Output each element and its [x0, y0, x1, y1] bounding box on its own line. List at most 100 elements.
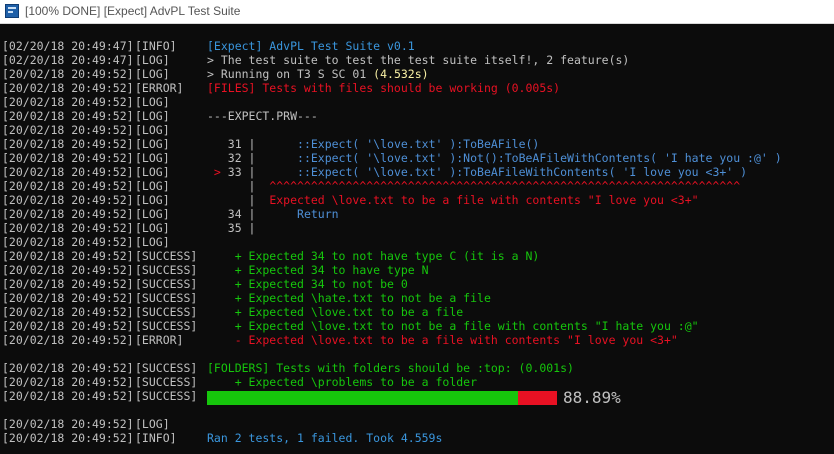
log-level-tag: [SUCCESS] — [135, 319, 198, 333]
log-message: [Expect] AdvPL Test Suite v0.1 — [207, 39, 415, 53]
log-message: + Expected 34 to have type N — [207, 263, 429, 277]
window-title: [100% DONE] [Expect] AdvPL Test Suite — [25, 4, 241, 18]
log-message-segment: ::Expect( '\love.txt' ):ToBeAFile() — [297, 137, 540, 151]
console-line: [20/02/18 20:49:52] [ERROR] - Expected \l… — [0, 333, 834, 347]
log-timestamp: [20/02/18 20:49:52] — [2, 249, 134, 263]
console-line: [20/02/18 20:49:52] [LOG] 31 | ::Expect( … — [0, 137, 834, 151]
log-level-tag: [ERROR] — [135, 81, 184, 95]
console-line: [20/02/18 20:49:52][SUCCESS] + Expected … — [0, 375, 834, 389]
log-timestamp: [20/02/18 20:49:52] — [2, 291, 134, 305]
console-line: [20/02/18 20:49:52][SUCCESS] + Expected … — [0, 249, 834, 263]
log-message: + Expected \hate.txt to not be a file — [207, 291, 491, 305]
log-level-tag: [LOG] — [135, 207, 170, 221]
log-timestamp: [20/02/18 20:49:52] — [2, 207, 134, 221]
log-message: 35 | — [207, 221, 256, 235]
log-message: | ^^^^^^^^^^^^^^^^^^^^^^^^^^^^^^^^^^^^^^… — [207, 179, 741, 193]
log-timestamp: [20/02/18 20:49:52] — [2, 417, 134, 431]
log-level-tag: [LOG] — [135, 179, 170, 193]
log-message-segment: 31 | — [207, 137, 298, 151]
log-timestamp: [20/02/18 20:49:52] — [2, 263, 134, 277]
log-level-tag: [LOG] — [135, 67, 170, 81]
log-message-segment: ^^^^^^^^^^^^^^^^^^^^^^^^^^^^^^^^^^^^^^^^… — [269, 179, 741, 193]
log-level-tag: [ERROR] — [135, 333, 184, 347]
log-message-segment: + Expected 34 to have type N — [207, 263, 429, 277]
log-message-segment: | — [207, 179, 270, 193]
log-timestamp: [20/02/18 20:49:52] — [2, 165, 134, 179]
log-timestamp: [20/02/18 20:49:52] — [2, 361, 134, 375]
log-message: [FILES] Tests with files should be worki… — [207, 81, 560, 95]
console-app-icon — [5, 4, 19, 18]
progress-pass-fill — [207, 391, 518, 405]
console-line: [20/02/18 20:49:52][SUCCESS] + Expected … — [0, 319, 834, 333]
log-message: ---EXPECT.PRW--- — [207, 109, 318, 123]
log-timestamp: [20/02/18 20:49:52] — [2, 193, 134, 207]
log-message-segment: ::Expect( '\love.txt' ):Not():ToBeAFileW… — [297, 151, 782, 165]
log-message-segment: 35 | — [207, 221, 256, 235]
console-line: [20/02/18 20:49:52] [LOG] | Expected \lov… — [0, 193, 834, 207]
log-timestamp: [20/02/18 20:49:52] — [2, 305, 134, 319]
log-level-tag: [SUCCESS] — [135, 305, 198, 319]
log-message-segment: Expected \love.txt to be a file with con… — [269, 193, 699, 207]
log-message-segment: + Expected 34 to not be 0 — [207, 277, 408, 291]
log-message-segment: [FILES] Tests with files should be worki… — [207, 81, 561, 95]
console-line: [02/20/18 20:49:47] [INFO] [Expect] AdvPL … — [0, 39, 834, 53]
log-message: + Expected \love.txt to not be a file wi… — [207, 319, 699, 333]
log-message-segment: Ran 2 tests, 1 failed. Took 4.559s — [207, 431, 443, 445]
log-message-segment: + Expected \love.txt to not be a file wi… — [207, 319, 699, 333]
console-line: [20/02/18 20:49:52] [LOG] | ^^^^^^^^^^^^^… — [0, 179, 834, 193]
log-message-segment: > — [207, 165, 228, 179]
console-line: [20/02/18 20:49:52][SUCCESS] + Expected … — [0, 277, 834, 291]
log-timestamp: [02/20/18 20:49:47] — [2, 39, 134, 53]
log-message-segment: [Expect] AdvPL Test Suite v0.1 — [207, 39, 415, 53]
console-output[interactable]: [02/20/18 20:49:47] [INFO] [Expect] AdvPL … — [0, 24, 834, 454]
log-message-segment: + Expected \problems to be a folder — [207, 375, 478, 389]
console-line: [20/02/18 20:49:52][SUCCESS] + Expected … — [0, 305, 834, 319]
log-level-tag: [LOG] — [135, 165, 170, 179]
log-message: | Expected \love.txt to be a file with c… — [207, 193, 699, 207]
log-message-segment: > The test suite to test the test suite … — [207, 53, 630, 67]
log-message-segment: - Expected \love.txt to be a file with c… — [207, 333, 678, 347]
log-message: Ran 2 tests, 1 failed. Took 4.559s — [207, 431, 442, 445]
log-message: + Expected 34 to not be 0 — [207, 277, 408, 291]
console-line: [20/02/18 20:49:52] [ERROR] [FILES] Tests … — [0, 81, 834, 95]
log-timestamp: [02/20/18 20:49:47] — [2, 53, 134, 67]
log-level-tag: [LOG] — [135, 53, 170, 67]
log-message: + Expected \love.txt to be a file — [207, 305, 464, 319]
log-timestamp: [20/02/18 20:49:52] — [2, 319, 134, 333]
log-timestamp: [20/02/18 20:49:52] — [2, 375, 134, 389]
log-level-tag: [SUCCESS] — [135, 277, 198, 291]
log-timestamp: [20/02/18 20:49:52] — [2, 137, 134, 151]
console-line: [20/02/18 20:49:52] [LOG] — [0, 123, 834, 137]
log-timestamp: [20/02/18 20:49:52] — [2, 123, 134, 137]
log-level-tag: [SUCCESS] — [135, 263, 198, 277]
console-line: [20/02/18 20:49:52] [LOG] 34 | Return — [0, 207, 834, 221]
log-message-segment: Return — [297, 207, 339, 221]
log-message: 32 | ::Expect( '\love.txt' ):Not():ToBeA… — [207, 151, 782, 165]
log-message: > 33 | ::Expect( '\love.txt' ):ToBeAFile… — [207, 165, 747, 179]
log-message: [FOLDERS] Tests with folders should be :… — [207, 361, 574, 375]
console-line: [20/02/18 20:49:52] [INFO] Ran 2 tests, 1 … — [0, 431, 834, 445]
console-line: [20/02/18 20:49:52] [LOG] — [0, 95, 834, 109]
log-message-segment: ::Expect( '\love.txt' ):ToBeAFileWithCon… — [297, 165, 748, 179]
log-timestamp: [20/02/18 20:49:52] — [2, 179, 134, 193]
log-level-tag: [LOG] — [135, 109, 170, 123]
log-level-tag: [SUCCESS] — [135, 291, 198, 305]
log-message-segment: + Expected \love.txt to be a file — [207, 305, 464, 319]
log-timestamp: [20/02/18 20:49:52] — [2, 95, 134, 109]
log-level-tag: [SUCCESS] — [135, 361, 198, 375]
log-timestamp: [20/02/18 20:49:52] — [2, 431, 134, 445]
log-message-segment: | — [207, 193, 270, 207]
progress-fail-fill — [518, 391, 557, 405]
log-level-tag: [LOG] — [135, 95, 170, 109]
log-timestamp: [20/02/18 20:49:52] — [2, 333, 134, 347]
log-level-tag: [INFO] — [135, 39, 177, 53]
test-progress-bar — [207, 391, 557, 405]
window-titlebar: [100% DONE] [Expect] AdvPL Test Suite — [0, 0, 834, 24]
log-level-tag: [LOG] — [135, 235, 170, 249]
log-level-tag: [INFO] — [135, 431, 177, 445]
log-level-tag: [SUCCESS] — [135, 389, 198, 403]
log-timestamp: [20/02/18 20:49:52] — [2, 81, 134, 95]
log-timestamp: [20/02/18 20:49:52] — [2, 221, 134, 235]
